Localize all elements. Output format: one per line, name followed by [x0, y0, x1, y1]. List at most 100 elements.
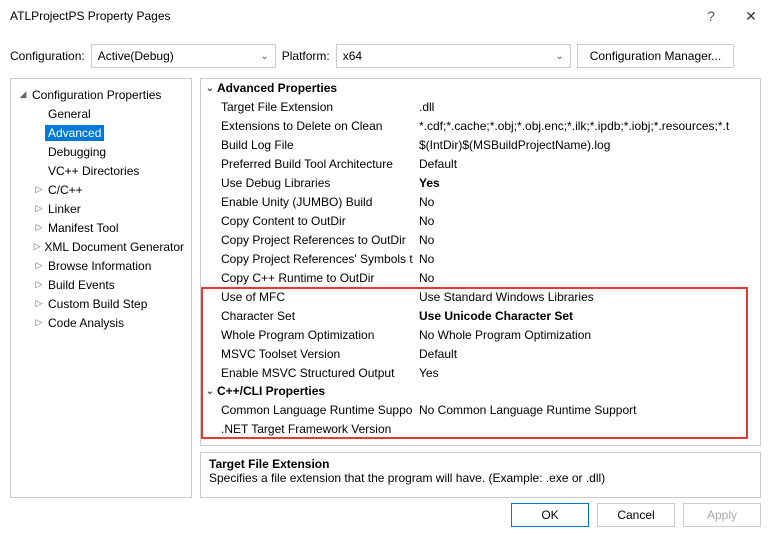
property-value[interactable]: No: [413, 195, 760, 209]
property-value[interactable]: Default: [413, 157, 760, 171]
ok-button[interactable]: OK: [511, 503, 589, 527]
collapse-icon[interactable]: ⌄: [203, 386, 217, 397]
property-name: Use of MFC: [201, 290, 413, 304]
property-value[interactable]: No: [413, 271, 760, 285]
chevron-down-icon: ⌄: [260, 51, 268, 62]
property-row[interactable]: Preferred Build Tool ArchitectureDefault: [201, 154, 760, 173]
cancel-button[interactable]: Cancel: [597, 503, 675, 527]
property-row[interactable]: Copy Content to OutDirNo: [201, 211, 760, 230]
property-value[interactable]: No Common Language Runtime Support: [413, 403, 760, 417]
tree-item[interactable]: General: [15, 104, 187, 123]
configuration-value: Active(Debug): [98, 49, 174, 63]
property-value[interactable]: No Whole Program Optimization: [413, 328, 760, 342]
tree-item-label: C/C++: [45, 182, 86, 198]
description-panel: Target File Extension Specifies a file e…: [200, 452, 761, 498]
property-row[interactable]: Build Log File$(IntDir)$(MSBuildProjectN…: [201, 135, 760, 154]
property-row[interactable]: Copy Project References to OutDirNo: [201, 230, 760, 249]
tree-item-label: Manifest Tool: [45, 220, 121, 236]
property-name: Use Debug Libraries: [201, 176, 413, 190]
collapse-icon[interactable]: ◢: [17, 89, 29, 100]
property-value[interactable]: No: [413, 214, 760, 228]
tree-item[interactable]: Advanced: [15, 123, 187, 142]
tree-item[interactable]: ▷Build Events: [15, 275, 187, 294]
expand-icon[interactable]: ▷: [33, 298, 45, 309]
property-value[interactable]: Use Unicode Character Set: [413, 309, 760, 323]
expand-icon[interactable]: ▷: [33, 279, 45, 290]
property-row[interactable]: Enable MSVC Structured OutputYes: [201, 363, 760, 382]
apply-button: Apply: [683, 503, 761, 527]
property-row[interactable]: .NET Target Framework Version: [201, 419, 760, 438]
property-name: Preferred Build Tool Architecture: [201, 157, 413, 171]
property-row[interactable]: Extensions to Delete on Clean*.cdf;*.cac…: [201, 116, 760, 135]
tree-item[interactable]: ▷Manifest Tool: [15, 218, 187, 237]
configuration-combo[interactable]: Active(Debug) ⌄: [91, 44, 276, 68]
tree-item-label: Linker: [45, 201, 84, 217]
property-value[interactable]: .dll: [413, 100, 760, 114]
property-name: MSVC Toolset Version: [201, 347, 413, 361]
property-value[interactable]: No: [413, 252, 760, 266]
section-cli[interactable]: ⌄ C++/CLI Properties: [201, 382, 760, 400]
close-icon[interactable]: ✕: [731, 8, 771, 25]
platform-combo[interactable]: x64 ⌄: [336, 44, 571, 68]
tree-item[interactable]: ▷Browse Information: [15, 256, 187, 275]
property-name: Common Language Runtime Support: [201, 403, 413, 417]
title-bar: ATLProjectPS Property Pages ? ✕: [0, 0, 771, 32]
property-name: Enable MSVC Structured Output: [201, 366, 413, 380]
tree-item-label: Custom Build Step: [45, 296, 150, 312]
property-value[interactable]: Use Standard Windows Libraries: [413, 290, 760, 304]
property-row[interactable]: Copy C++ Runtime to OutDirNo: [201, 268, 760, 287]
property-value[interactable]: *.cdf;*.cache;*.obj;*.obj.enc;*.ilk;*.ip…: [413, 119, 760, 133]
expand-icon[interactable]: ▷: [33, 260, 45, 271]
configuration-manager-button[interactable]: Configuration Manager...: [577, 44, 734, 68]
property-value[interactable]: $(IntDir)$(MSBuildProjectName).log: [413, 138, 760, 152]
property-row[interactable]: Common Language Runtime SupportNo Common…: [201, 400, 760, 419]
tree-item[interactable]: ▷Custom Build Step: [15, 294, 187, 313]
description-title: Target File Extension: [209, 457, 752, 471]
property-name: Copy Content to OutDir: [201, 214, 413, 228]
tree-item-label: Advanced: [45, 125, 104, 141]
nav-tree[interactable]: ◢ Configuration Properties General Advanc…: [10, 78, 192, 498]
expand-icon[interactable]: ▷: [33, 203, 45, 214]
window-title: ATLProjectPS Property Pages: [10, 9, 691, 23]
tree-item[interactable]: VC++ Directories: [15, 161, 187, 180]
property-value[interactable]: Yes: [413, 176, 760, 190]
expand-icon[interactable]: ▷: [33, 317, 45, 328]
property-name: Target File Extension: [201, 100, 413, 114]
property-row[interactable]: Target File Extension.dll: [201, 97, 760, 116]
description-text: Specifies a file extension that the prog…: [209, 471, 752, 485]
tree-item[interactable]: Debugging: [15, 142, 187, 161]
property-value[interactable]: No: [413, 233, 760, 247]
tree-item[interactable]: ▷XML Document Generator: [15, 237, 187, 256]
expand-icon[interactable]: ▷: [33, 241, 41, 252]
tree-item[interactable]: ▷Code Analysis: [15, 313, 187, 332]
help-icon[interactable]: ?: [691, 8, 731, 24]
property-name: Copy C++ Runtime to OutDir: [201, 271, 413, 285]
expand-icon[interactable]: ▷: [33, 222, 45, 233]
tree-item[interactable]: ▷Linker: [15, 199, 187, 218]
property-row[interactable]: Use of MFCUse Standard Windows Libraries: [201, 287, 760, 306]
chevron-down-icon: ⌄: [555, 51, 563, 62]
property-name: Character Set: [201, 309, 413, 323]
tree-item-label: General: [45, 106, 94, 122]
collapse-icon[interactable]: ⌄: [203, 83, 217, 94]
property-row[interactable]: Copy Project References' Symbols to OutD…: [201, 249, 760, 268]
property-row[interactable]: Character SetUse Unicode Character Set: [201, 306, 760, 325]
platform-value: x64: [343, 49, 362, 63]
property-row[interactable]: Whole Program OptimizationNo Whole Progr…: [201, 325, 760, 344]
tree-item[interactable]: ▷C/C++: [15, 180, 187, 199]
property-name: Enable Unity (JUMBO) Build: [201, 195, 413, 209]
property-row[interactable]: MSVC Toolset VersionDefault: [201, 344, 760, 363]
property-name: Whole Program Optimization: [201, 328, 413, 342]
property-value[interactable]: Default: [413, 347, 760, 361]
property-row[interactable]: Use Debug LibrariesYes: [201, 173, 760, 192]
section-advanced[interactable]: ⌄ Advanced Properties: [201, 79, 760, 97]
property-name: Extensions to Delete on Clean: [201, 119, 413, 133]
property-value[interactable]: Yes: [413, 366, 760, 380]
property-grid[interactable]: ⌄ Advanced Properties Target File Extens…: [200, 78, 761, 446]
tree-item-label: VC++ Directories: [45, 163, 142, 179]
tree-root[interactable]: ◢ Configuration Properties: [15, 85, 187, 104]
property-name: Copy Project References to OutDir: [201, 233, 413, 247]
expand-icon[interactable]: ▷: [33, 184, 45, 195]
platform-label: Platform:: [282, 49, 330, 63]
property-row[interactable]: Enable Unity (JUMBO) BuildNo: [201, 192, 760, 211]
